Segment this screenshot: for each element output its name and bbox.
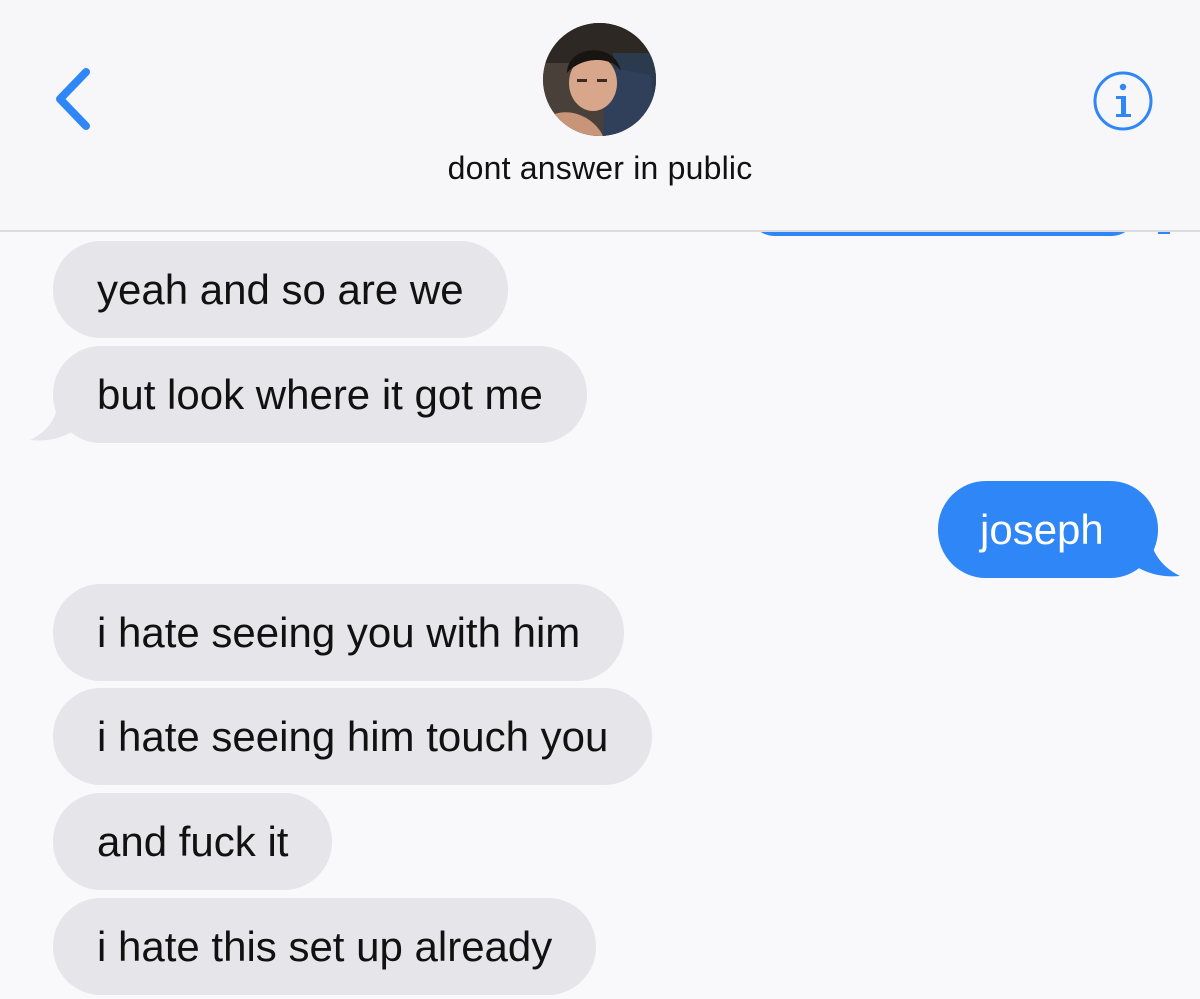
message-text: but look where it got me [97,371,543,418]
message-text: joseph [980,506,1104,553]
message-bubble-incoming[interactable]: i hate this set up already [53,898,597,995]
conversation-header: dont answer in public [0,0,1200,232]
message-bubble-outgoing[interactable]: joseph [938,481,1158,578]
message-text: yeah and so are we [97,266,464,313]
message-text: i hate this set up already [97,923,553,970]
avatar[interactable] [543,23,656,136]
info-button[interactable] [1092,70,1154,132]
bubble-tail [1130,532,1180,577]
message-bubble-incoming[interactable]: i hate seeing him touch you [53,688,653,785]
message-text: i hate seeing you with him [97,609,581,656]
back-button[interactable] [44,62,108,136]
chevron-left-icon [56,68,90,130]
message-text: and fuck it [97,818,289,865]
info-icon [1093,71,1153,131]
message-bubble-incoming[interactable]: and fuck it [53,793,333,890]
message-bubble-incoming[interactable]: i hate seeing you with him [53,584,625,681]
contact-name[interactable]: dont answer in public [0,150,1200,187]
message-bubble-incoming[interactable]: but look where it got me [53,346,587,443]
message-bubble-incoming[interactable]: yeah and so are we [53,241,508,338]
bubble-tail [30,398,78,441]
contact-photo [543,23,656,136]
message-text: i hate seeing him touch you [97,713,609,760]
